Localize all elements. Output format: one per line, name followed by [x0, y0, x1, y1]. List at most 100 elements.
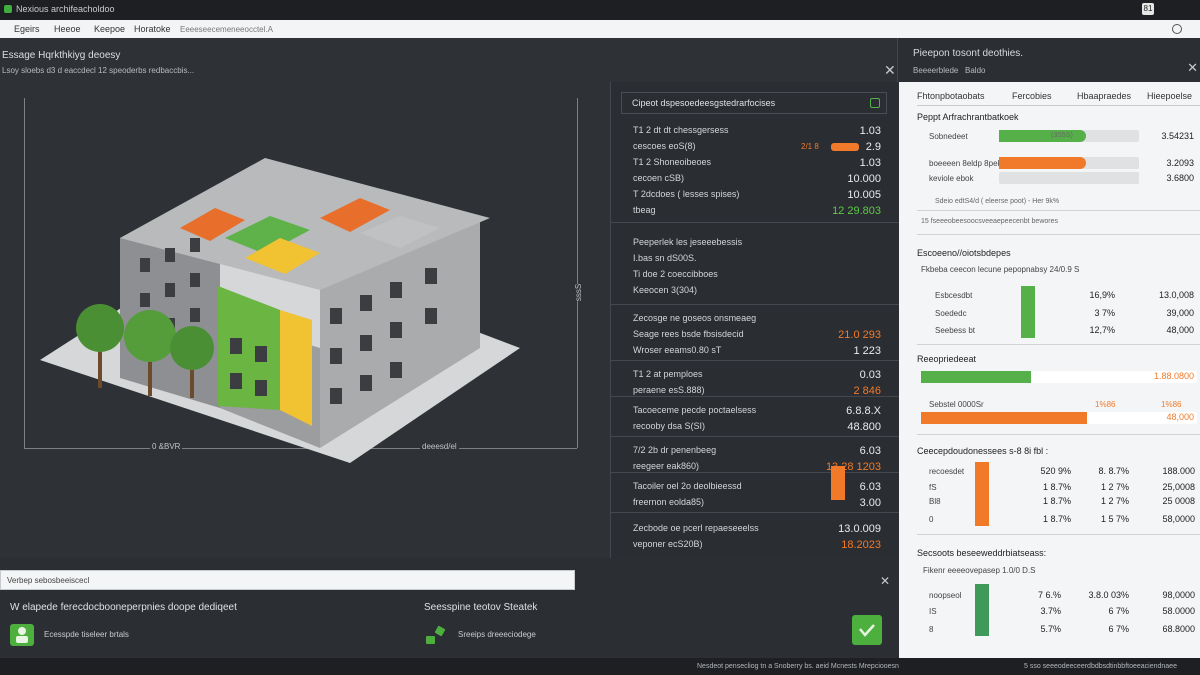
stats-row-value: 18.2023 — [841, 539, 881, 551]
close-icon[interactable]: ✕ — [1187, 60, 1198, 76]
bottom-panel: W elapede ferecdocbooneperpnies doope de… — [0, 592, 898, 658]
stats-row: cescoes eoS(8) 2.9 2/1 8 — [611, 140, 899, 154]
title-bar: Nexious archifeacholdoo 81 — [0, 0, 1200, 20]
stats-row-value: 12 29.803 — [832, 205, 881, 217]
stats-row: recooby dsa S(SI) 48.800 — [611, 420, 899, 434]
stats-divider — [611, 222, 899, 223]
tab-2[interactable]: Fercobies — [1012, 91, 1052, 101]
row-percent: 5.7% — [1040, 624, 1061, 634]
bar-label: Sobnedeet — [929, 132, 968, 141]
stats-row-label: Wroser eeams0.80 sT — [633, 345, 722, 355]
menu-item-4[interactable]: Horatoke — [134, 24, 171, 34]
properties-sub-1[interactable]: Beeeerblede — [913, 66, 958, 75]
row-label: 8 — [929, 625, 934, 634]
stats-row-label: Keeocen 3(304) — [633, 285, 698, 295]
stats-row-value: 6.03 — [859, 445, 881, 457]
bar-label: boeeeen 8eldp 8pekk — [929, 159, 1006, 168]
row-percent: 16,9% — [1089, 290, 1115, 300]
stats-row: T1 2 at pemploes 0.03 — [611, 368, 899, 382]
menu-path: Eeeeseecemeneeocctel.A — [180, 25, 273, 34]
stats-row-tag: 2/1 8 — [801, 142, 819, 151]
tab-1[interactable]: Fhtonpbotaobats — [917, 91, 985, 101]
close-icon[interactable]: ✕ — [880, 574, 890, 588]
row-amount: 98,0000 — [1162, 590, 1195, 600]
close-icon[interactable]: ✕ — [884, 62, 896, 79]
progress-fill-green — [921, 371, 1032, 383]
stats-row: peraene esS.888) 2 846 — [611, 384, 899, 398]
viewport-subtitle: Lsoy sloebs d3 d eaccdecl 12 speoderbs r… — [2, 66, 195, 75]
stats-row-value: 0.03 — [859, 369, 881, 381]
stats-row: T 2dcdoes ( lesses spises) 10.005 — [611, 188, 899, 202]
menu-item-3[interactable]: Keepoe — [94, 24, 125, 34]
progress-value-2: 48,000 — [1166, 412, 1194, 422]
bar-inner-text: (3S5S) — [1051, 132, 1073, 139]
row-percent: 1 8.7% — [1042, 496, 1071, 506]
stats-divider — [611, 360, 899, 361]
model-viewport[interactable]: Essage Hqrkthkiyg deoesy Lsoy sloebs d3 … — [0, 38, 899, 558]
stats-row-label: I.bas sn dS00S. — [633, 253, 697, 263]
stats-row-label: Seage rees bsde fbsisdecid — [633, 329, 744, 339]
bottom-label-right: Sreeips dreeeciodege — [458, 630, 536, 639]
stats-orange-bar — [831, 143, 859, 151]
stats-row: Zecosge ne goseos onsmeaeg — [611, 312, 899, 326]
stats-row-label: Zecosge ne goseos onsmeaeg — [633, 313, 757, 323]
stats-row-value: 1.03 — [859, 157, 881, 169]
bar-track — [999, 172, 1139, 184]
properties-sub-2[interactable]: Baldo — [965, 66, 985, 75]
divider — [917, 434, 1200, 435]
stats-row: 7/2 2b dr penenbeeg 6.03 — [611, 444, 899, 458]
row-amount: 25 0008 — [1162, 496, 1195, 506]
stats-row-label: recooby dsa S(SI) — [633, 421, 706, 431]
bar-value: 3.2093 — [1166, 158, 1194, 168]
row-amount: 58,0000 — [1162, 514, 1195, 524]
dimension-label-vertical: sssS — [574, 283, 584, 302]
window-title: Nexious archifeacholdoo — [16, 4, 115, 14]
stats-row: Ti doe 2 coeccibboes — [611, 268, 899, 282]
stats-row-label: tbeag — [633, 205, 656, 215]
building-model[interactable] — [30, 108, 530, 468]
person-icon[interactable] — [10, 624, 34, 646]
menu-bar: Egeirs Heeoe Keepoe Horatoke Eeeeseeceme… — [0, 20, 1200, 38]
stats-row-label: 7/2 2b dr penenbeeg — [633, 445, 717, 455]
row-percent: 1 8.7% — [1042, 514, 1071, 524]
stats-row-label: Tacoeceme pecde poctaelsess — [633, 405, 757, 415]
stats-row-value: 10.000 — [847, 173, 881, 185]
search-field[interactable]: Verbep sebosbeeiscecl — [0, 570, 575, 590]
divider — [917, 234, 1200, 235]
stats-row: T1 2 Shoneoibeoes 1.03 — [611, 156, 899, 170]
bottom-title-right: Seesspine teotov Steatek — [424, 602, 538, 613]
stats-row-label: Tacoiler oel 2o deolbieessd — [633, 481, 742, 491]
search-text: Verbep sebosbeeiscecl — [7, 576, 90, 585]
tab-3[interactable]: Hbaapraedes — [1077, 91, 1131, 101]
bar-track — [999, 157, 1139, 169]
tools-icon[interactable] — [424, 624, 460, 646]
row-label: Esbcesdbt — [935, 291, 973, 300]
menu-item-2[interactable]: Heeoe — [54, 24, 81, 34]
checkbox-icon[interactable] — [870, 98, 880, 108]
stats-row-value: 48.800 — [847, 421, 881, 433]
stats-row: Tacoiler oel 2o deolbieessd 6.03 — [611, 480, 899, 494]
progress-label-2: Sebstel 0000Sr — [929, 400, 984, 409]
stats-row-label: Zecbode oe pcerl repaeseeelss — [633, 523, 759, 533]
stats-row-value: 1 223 — [853, 345, 881, 357]
window-button[interactable]: 81 — [1142, 3, 1154, 15]
tab-4[interactable]: Hieepoelse — [1147, 91, 1192, 101]
menu-item-1[interactable]: Egeirs — [14, 24, 40, 34]
row-mid: 1 5 7% — [1100, 514, 1129, 524]
row-mid: 3.8.0 03% — [1088, 590, 1129, 600]
row-mid: 6 7% — [1108, 606, 1129, 616]
stats-row: freernon eolda85) 3.00 — [611, 496, 899, 510]
row-percent: 520 9% — [1040, 466, 1071, 476]
row-label: noopseol — [929, 591, 962, 600]
stats-row-label: Ti doe 2 coeccibboes — [633, 269, 718, 279]
dimension-line-left — [24, 98, 25, 448]
row-amount: 13.0,008 — [1158, 290, 1194, 300]
row-label: 0 — [929, 515, 934, 524]
confirm-button[interactable] — [852, 615, 882, 645]
status-text-left: Nesdeot pensecliog tn a Snoberry bs. aei… — [697, 663, 899, 670]
settings-circle-icon[interactable] — [1172, 24, 1182, 34]
stats-row: Keeocen 3(304) — [611, 284, 899, 298]
bar-track: (3S5S) — [999, 130, 1139, 142]
progress-tag-2b: 1%86 — [1161, 400, 1182, 409]
row-label: IS — [929, 607, 937, 616]
